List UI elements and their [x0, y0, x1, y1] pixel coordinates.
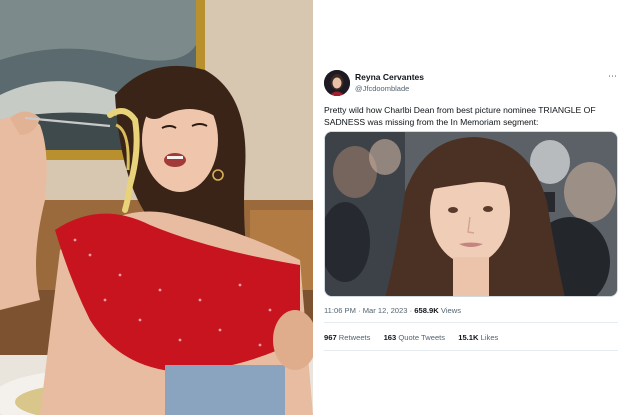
- likes-label: Likes: [480, 333, 499, 342]
- tweet-stats: 967 Retweets 163 Quote Tweets 15.1K Like…: [324, 333, 509, 342]
- author-handle[interactable]: @Jfcdoomblade: [355, 84, 409, 93]
- views-count: 658.9K: [414, 306, 439, 315]
- tweet-photo[interactable]: [324, 131, 618, 297]
- retweets-label: Retweets: [338, 333, 371, 342]
- likes-stat[interactable]: 15.1K Likes: [458, 333, 498, 342]
- tweet-text: Pretty wild how Charlbi Dean from best p…: [324, 105, 596, 127]
- views-label: Views: [440, 306, 462, 315]
- divider-bottom: [324, 350, 618, 351]
- meta-separator-2: ·: [409, 306, 413, 315]
- retweets-count: 967: [324, 333, 337, 342]
- quotes-label: Quote Tweets: [398, 333, 446, 342]
- tweet-card: Reyna Cervantes @Jfcdoomblade ⋯ Pretty w…: [318, 0, 625, 415]
- more-horizontal-icon[interactable]: ⋯: [608, 72, 618, 81]
- tweet-timestamp: 11:06 PM · Mar 12, 2023 · 658.9K Views: [324, 306, 461, 315]
- quote-tweets-stat[interactable]: 163 Quote Tweets: [384, 333, 448, 342]
- meta-separator: ·: [358, 306, 361, 315]
- tweet-date[interactable]: Mar 12, 2023: [363, 306, 408, 315]
- likes-count: 15.1K: [458, 333, 479, 342]
- left-photo-spaghetti: [0, 0, 313, 415]
- retweets-stat[interactable]: 967 Retweets: [324, 333, 373, 342]
- tweet-time[interactable]: 11:06 PM: [324, 306, 356, 315]
- quotes-count: 163: [383, 333, 397, 342]
- divider-top: [324, 322, 618, 323]
- author-name[interactable]: Reyna Cervantes: [355, 72, 424, 82]
- user-avatar[interactable]: [324, 70, 350, 96]
